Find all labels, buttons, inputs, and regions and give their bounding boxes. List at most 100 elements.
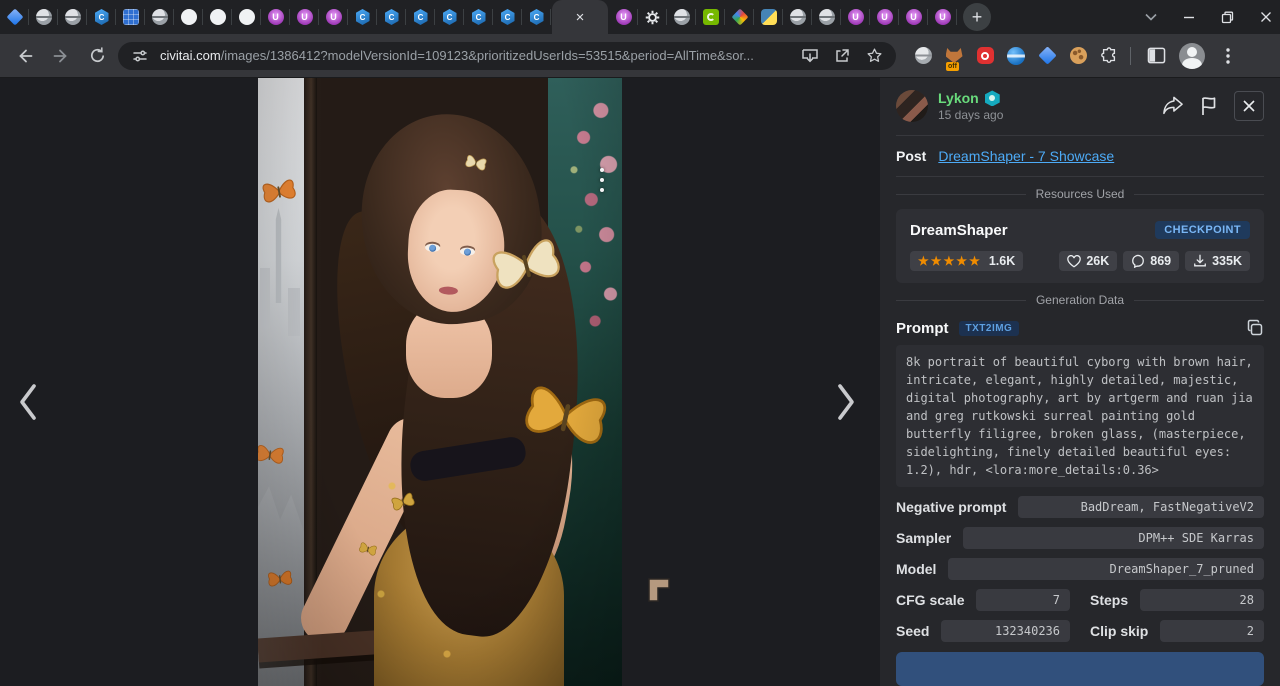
pinned-tab[interactable]: U [261, 0, 290, 34]
pinned-tab[interactable]: U [928, 0, 957, 34]
side-panel-icon[interactable] [1141, 41, 1171, 71]
python-icon [761, 9, 777, 25]
report-flag-icon[interactable] [1200, 96, 1218, 116]
steps-row: Steps 28 [1090, 589, 1264, 611]
share-page-icon[interactable] [830, 44, 854, 68]
steps-value[interactable]: 28 [1140, 589, 1264, 611]
previous-image-button[interactable] [6, 380, 50, 424]
prompt-text[interactable]: 8k portrait of beautiful cyborg with bro… [896, 345, 1264, 487]
username-link[interactable]: Lykon [938, 90, 979, 106]
negative-prompt-value[interactable]: BadDream, FastNegativeV2 [1018, 496, 1264, 518]
close-viewer-button[interactable] [1234, 91, 1264, 121]
pinned-tab[interactable]: U [899, 0, 928, 34]
profile-avatar-icon[interactable] [1177, 41, 1207, 71]
pinned-tab[interactable] [754, 0, 783, 34]
new-tab-button[interactable]: + [963, 3, 991, 31]
address-bar[interactable]: civitai.com/images/1386412?modelVersionI… [118, 42, 896, 70]
pinned-tab[interactable]: C [406, 0, 435, 34]
pinned-tab[interactable]: U [841, 0, 870, 34]
extension-cookie-icon[interactable] [1067, 45, 1089, 67]
next-image-button[interactable] [824, 380, 868, 424]
copy-generation-data-button[interactable] [896, 652, 1264, 686]
close-window-icon[interactable] [1260, 11, 1272, 23]
pinned-tab[interactable]: C [464, 0, 493, 34]
pinned-tab[interactable] [696, 0, 725, 34]
share-icon[interactable] [1162, 96, 1184, 116]
generation-section-divider: Generation Data [896, 293, 1264, 307]
extensions-puzzle-icon[interactable] [1098, 45, 1120, 67]
pinned-tab[interactable]: U [870, 0, 899, 34]
minimize-icon[interactable] [1183, 11, 1195, 23]
extension-globe-icon[interactable] [912, 45, 934, 67]
pinned-tab[interactable] [812, 0, 841, 34]
downloads-pill[interactable]: 335K [1185, 251, 1250, 271]
pinned-tab[interactable] [0, 0, 29, 34]
resources-section-divider: Resources Used [896, 187, 1264, 201]
extension-gem-icon[interactable] [1036, 45, 1058, 67]
user-avatar[interactable] [896, 90, 928, 122]
pinned-tab[interactable] [203, 0, 232, 34]
pinned-tab[interactable] [783, 0, 812, 34]
image-options-menu[interactable] [595, 166, 609, 194]
browser-menu-icon[interactable] [1213, 41, 1243, 71]
clip-skip-label: Clip skip [1090, 623, 1148, 639]
extension-sphere-icon[interactable] [1005, 45, 1027, 67]
sampler-value[interactable]: DPM++ SDE Karras [963, 527, 1264, 549]
download-icon [1193, 254, 1207, 268]
github-icon [210, 9, 226, 25]
pinned-tab[interactable] [725, 0, 754, 34]
pinned-tab[interactable]: U [290, 0, 319, 34]
comments-pill[interactable]: 869 [1123, 251, 1179, 271]
extension-red-o-icon[interactable] [974, 45, 996, 67]
civitai-icon: C [95, 9, 109, 25]
extension-fox-icon[interactable]: off [943, 45, 965, 67]
model-value[interactable]: DreamShaper_7_pruned [948, 558, 1264, 580]
negative-prompt-row: Negative prompt BadDream, FastNegativeV2 [896, 496, 1264, 518]
pinned-tab[interactable] [638, 0, 667, 34]
pinned-tab[interactable] [58, 0, 87, 34]
heart-icon [1067, 255, 1081, 268]
civitai-icon: C [501, 9, 515, 25]
image-viewer-photo[interactable] [258, 78, 622, 686]
url-text[interactable]: civitai.com/images/1386412?modelVersionI… [160, 48, 790, 63]
copy-generation-icon[interactable] [1246, 319, 1264, 337]
tab-close-icon[interactable]: × [570, 8, 591, 27]
pinned-tab[interactable] [174, 0, 203, 34]
clip-skip-value[interactable]: 2 [1160, 620, 1264, 642]
pinned-tab[interactable] [29, 0, 58, 34]
pinned-tab[interactable]: C [377, 0, 406, 34]
pinned-tab[interactable] [116, 0, 145, 34]
pinned-tab[interactable] [232, 0, 261, 34]
seed-value[interactable]: 132340236 [941, 620, 1070, 642]
likes-count: 26K [1086, 254, 1109, 268]
globe-icon [674, 9, 690, 25]
bookmark-star-icon[interactable] [862, 44, 886, 68]
site-info-icon[interactable] [128, 44, 152, 68]
reload-icon[interactable] [82, 41, 112, 71]
pinned-tab[interactable] [145, 0, 174, 34]
back-icon[interactable] [10, 41, 40, 71]
forward-icon[interactable] [46, 41, 76, 71]
post-link[interactable]: DreamShaper - 7 Showcase [938, 148, 1114, 164]
pinned-tab[interactable]: C [522, 0, 551, 34]
pinned-tab[interactable]: C [348, 0, 377, 34]
pinned-tab[interactable]: U [319, 0, 348, 34]
pinned-tab[interactable]: C [87, 0, 116, 34]
pinned-tabs-right: UUUUU [609, 0, 957, 34]
pinned-tab[interactable]: C [493, 0, 522, 34]
pinned-tab[interactable]: C [435, 0, 464, 34]
active-tab[interactable]: × [552, 0, 608, 34]
pinned-tab[interactable] [667, 0, 696, 34]
resource-name[interactable]: DreamShaper [910, 222, 1008, 239]
restore-icon[interactable] [1221, 11, 1234, 24]
resource-card[interactable]: DreamShaper CHECKPOINT ★★★★★ 1.6K 26K [896, 209, 1264, 283]
rating-pill[interactable]: ★★★★★ 1.6K [910, 251, 1023, 271]
post-timestamp: 15 days ago [938, 108, 1152, 122]
install-icon[interactable] [798, 44, 822, 68]
seed-label: Seed [896, 623, 929, 639]
browser-toolbar: civitai.com/images/1386412?modelVersionI… [0, 34, 1280, 78]
likes-pill[interactable]: 26K [1059, 251, 1117, 271]
pinned-tab[interactable]: U [609, 0, 638, 34]
tab-search-chevron-icon[interactable] [1145, 13, 1157, 21]
cfg-scale-value[interactable]: 7 [976, 589, 1070, 611]
